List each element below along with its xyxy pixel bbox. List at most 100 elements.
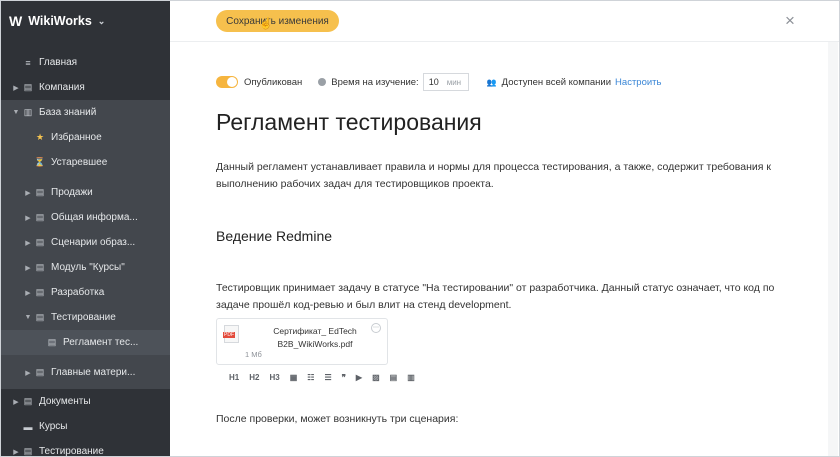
people-icon: 👥 [486,77,497,87]
page-title[interactable]: Регламент тестирования [216,109,482,136]
section-heading[interactable]: Ведение Redmine [216,228,332,244]
page-icon: ▤ [35,287,45,297]
file-attachment[interactable]: PDF Сертификат_ EdTech B2B_WikiWorks.pdf… [216,318,388,365]
page-icon: ▤ [47,337,57,347]
heading2-button[interactable]: H2 [249,373,259,382]
numbered-list-icon[interactable]: ☰ [324,373,331,382]
page-icon: ▤ [35,187,45,197]
sidebar-item-courses-module[interactable]: ▶ ▤ Модуль "Курсы" [1,255,170,280]
chevron-right-icon[interactable]: ▶ [23,289,33,297]
chevron-right-icon[interactable]: ▶ [23,369,33,377]
table-icon[interactable]: ▦ [290,373,298,382]
sidebar-item-label: Продажи [51,187,93,198]
sidebar-item-main-materials[interactable]: ▶ ▤ Главные матери... [1,360,170,389]
page-icon: ▤ [23,446,33,456]
app-window: W WikiWorks ⌄ ≡ Главная ▶ ▤ Компания ▼ ▥… [0,0,840,457]
study-time-input[interactable]: 10 мин [422,73,469,91]
sidebar: W WikiWorks ⌄ ≡ Главная ▶ ▤ Компания ▼ ▥… [1,1,170,456]
menu-icon: ≡ [25,57,31,68]
attachment-size: 1 Мб [245,350,262,359]
sidebar-item-documents[interactable]: ▶ ▤ Документы [1,389,170,414]
chevron-right-icon[interactable]: ▶ [23,189,33,197]
page-icon: ▤ [35,312,45,322]
bulleted-list-icon[interactable]: ☷ [307,373,314,382]
sidebar-item-outdated[interactable]: ⏳ Устаревшее [1,150,170,175]
article-meta-bar: Опубликован Время на изучение: 10 мин 👥 … [216,72,816,92]
sidebar-item-testing[interactable]: ▼ ▤ Тестирование [1,305,170,330]
embed-icon[interactable]: ▥ [407,373,415,382]
published-toggle[interactable] [216,76,238,88]
courses-icon: ▬ [23,421,33,432]
chevron-right-icon[interactable]: ▶ [11,84,21,92]
books-icon: ▥ [23,107,33,117]
sidebar-item-company[interactable]: ▶ ▤ Компания [1,75,170,100]
clock-icon [318,78,327,86]
study-time-value: 10 [428,77,439,87]
workspace-switcher[interactable]: W WikiWorks ⌄ [1,1,170,41]
attachment-name[interactable]: Сертификат_ EdTech B2B_WikiWorks.pdf [265,325,365,351]
sidebar-item-label: Тестирование [51,312,116,323]
sidebar-item-label: Общая информа... [51,212,138,223]
sidebar-item-label: Компания [39,82,85,93]
star-icon: ★ [35,132,45,142]
study-time-unit: мин [446,77,462,87]
close-icon[interactable]: × [785,11,795,31]
video-icon[interactable]: ▶ [356,373,362,382]
pdf-badge: PDF [223,332,235,338]
file-icon[interactable]: ▤ [390,373,398,382]
sidebar-item-label: Курсы [39,421,68,432]
chevron-down-icon[interactable]: ▼ [11,109,21,116]
sidebar-item-label: База знаний [39,107,97,118]
quote-icon[interactable]: ❞ [342,373,346,382]
chevron-right-icon[interactable]: ▶ [11,448,21,456]
page-icon: ▤ [35,237,45,247]
sidebar-item-testing-regulations[interactable]: ▤ Регламент тес... [1,330,170,355]
page-icon: ▤ [23,82,33,92]
sidebar-item-favorites[interactable]: ★ Избранное [1,125,170,150]
body-paragraph[interactable]: Тестировщик принимает задачу в статусе "… [216,280,806,314]
published-label: Опубликован [244,76,303,88]
access-label: Доступен всей компании [501,76,612,88]
heading3-button[interactable]: H3 [269,373,279,382]
sidebar-item-courses[interactable]: ▬ Курсы [1,414,170,439]
sidebar-item-knowledge-base[interactable]: ▼ ▥ База знаний [1,100,170,125]
sidebar-item-development[interactable]: ▶ ▤ Разработка [1,280,170,305]
editor-toolbar: H1 H2 H3 ▦ ☷ ☰ ❞ ▶ ▨ ▤ ▥ [229,373,425,382]
configure-access-link[interactable]: Настроить [615,77,661,88]
sidebar-item-label: Разработка [51,287,105,298]
pdf-file-icon: PDF [223,325,239,343]
page-icon: ▤ [35,262,45,272]
chevron-right-icon[interactable]: ▶ [23,214,33,222]
sidebar-item-general-info[interactable]: ▶ ▤ Общая информа... [1,205,170,230]
sidebar-item-label: Главные матери... [51,367,136,378]
sidebar-item-label: Сценарии образ... [51,237,136,248]
chevron-right-icon[interactable]: ▶ [11,398,21,406]
chevron-right-icon[interactable]: ▶ [23,264,33,272]
attachment-menu-icon[interactable]: ⋯ [371,323,381,333]
study-time-label: Время на изучение: [331,76,419,88]
sidebar-item-label: Документы [39,396,91,407]
sidebar-item-home[interactable]: ≡ Главная [1,50,170,75]
page-icon: ▤ [23,396,33,406]
sidebar-item-label: Главная [39,57,78,68]
save-changes-button[interactable]: Сохранить изменения [216,10,339,32]
heading1-button[interactable]: H1 [229,373,239,382]
page-icon: ▤ [35,367,45,377]
intro-paragraph[interactable]: Данный регламент устанавливает правила и… [216,159,806,193]
workspace-name: WikiWorks [28,14,92,28]
image-icon[interactable]: ▨ [372,373,380,382]
sidebar-item-testing-root[interactable]: ▶ ▤ Тестирование [1,439,170,457]
chevron-down-icon[interactable]: ▼ [23,314,33,321]
sidebar-item-sales[interactable]: ▶ ▤ Продажи [1,180,170,205]
hourglass-icon: ⏳ [34,157,46,167]
scrollbar[interactable] [828,42,838,456]
chevron-down-icon: ⌄ [97,15,106,26]
page-icon: ▤ [35,212,45,222]
sidebar-item-scenarios[interactable]: ▶ ▤ Сценарии образ... [1,230,170,255]
body-paragraph-2[interactable]: После проверки, может возникнуть три сце… [216,413,458,425]
sidebar-item-label: Тестирование [39,446,104,457]
sidebar-nav: ≡ Главная ▶ ▤ Компания ▼ ▥ База знаний ★… [1,50,170,457]
sidebar-item-label: Устаревшее [51,157,108,168]
logo-icon: W [9,13,23,29]
chevron-right-icon[interactable]: ▶ [23,239,33,247]
